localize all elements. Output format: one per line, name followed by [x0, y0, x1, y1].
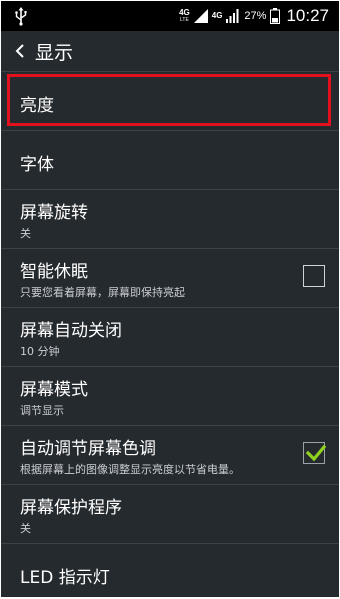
- network-type-label: 4G: [179, 8, 190, 17]
- setting-led-indicator[interactable]: LED 指示灯: [1, 544, 339, 597]
- setting-title: 亮度: [20, 96, 54, 116]
- setting-title: 屏幕自动关闭: [20, 321, 122, 341]
- smart-stay-checkbox[interactable]: [303, 265, 325, 287]
- setting-summary: 10 分钟: [20, 345, 60, 358]
- setting-screensaver[interactable]: 屏幕保护程序 关: [1, 485, 339, 544]
- setting-auto-adjust-tone[interactable]: 自动调节屏幕色调 根据屏幕上的图像调整显示亮度以节省电量。: [1, 426, 339, 485]
- back-chevron-icon[interactable]: [13, 44, 27, 58]
- setting-summary: 关: [20, 522, 31, 535]
- phone-screen: 4G LTE 4G 27% 10:27 显示 亮度 字体 屏幕旋转 关 智能休眠…: [1, 1, 339, 597]
- battery-percent: 27%: [244, 10, 267, 22]
- setting-summary: 根据屏幕上的图像调整显示亮度以节省电量。: [20, 463, 240, 476]
- setting-title: 智能休眠: [20, 262, 88, 282]
- setting-summary: 调节显示: [20, 404, 64, 417]
- signal-icon-2: [226, 9, 239, 23]
- setting-smart-stay[interactable]: 智能休眠 只要您看着屏幕，屏幕即保持亮起: [1, 249, 339, 308]
- signal-icon: [193, 9, 208, 23]
- clock: 10:27: [286, 6, 329, 25]
- setting-font[interactable]: 字体: [1, 131, 339, 190]
- status-indicators: 4G LTE 4G 27% 10:27: [179, 1, 329, 31]
- settings-list: 亮度 字体 屏幕旋转 关 智能休眠 只要您看着屏幕，屏幕即保持亮起 屏幕自动关闭…: [1, 72, 339, 597]
- setting-title: 屏幕旋转: [20, 203, 88, 223]
- setting-title: 屏幕模式: [20, 380, 88, 400]
- setting-title: 字体: [20, 155, 54, 175]
- back-navigation[interactable]: 显示: [1, 31, 339, 71]
- usb-icon: [15, 7, 27, 26]
- setting-brightness[interactable]: 亮度: [1, 72, 339, 131]
- setting-summary: 关: [20, 227, 31, 240]
- setting-screen-timeout[interactable]: 屏幕自动关闭 10 分钟: [1, 308, 339, 367]
- setting-title: LED 指示灯: [20, 568, 110, 588]
- status-bar: 4G LTE 4G 27% 10:27: [1, 1, 339, 31]
- network-type-indicator-2: 4G: [212, 12, 223, 20]
- check-mark-icon: [305, 444, 327, 462]
- page-title: 显示: [35, 41, 74, 64]
- battery-icon: [270, 8, 281, 24]
- setting-summary: 只要您看着屏幕，屏幕即保持亮起: [20, 286, 185, 299]
- network-type-indicator: 4G LTE: [179, 8, 190, 24]
- auto-adjust-tone-checkbox[interactable]: [303, 442, 327, 464]
- setting-screen-rotation[interactable]: 屏幕旋转 关: [1, 190, 339, 249]
- setting-title: 屏幕保护程序: [20, 498, 122, 518]
- setting-title: 自动调节屏幕色调: [20, 439, 156, 459]
- network-type-label-2: 4G: [211, 11, 223, 20]
- network-sub-label: LTE: [180, 17, 189, 23]
- setting-screen-mode[interactable]: 屏幕模式 调节显示: [1, 367, 339, 426]
